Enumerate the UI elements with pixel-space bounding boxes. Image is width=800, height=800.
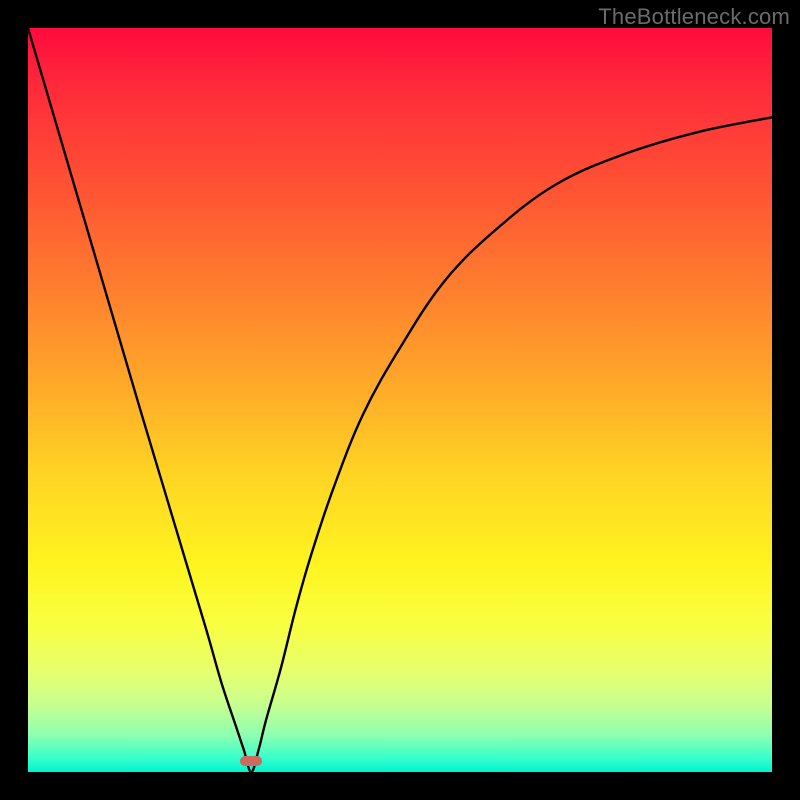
watermark-label: TheBottleneck.com (598, 4, 790, 30)
chart-frame: TheBottleneck.com (0, 0, 800, 800)
curve-svg (28, 28, 772, 772)
dip-marker (240, 756, 262, 766)
plot-area (28, 28, 772, 772)
bottleneck-curve (28, 28, 772, 772)
